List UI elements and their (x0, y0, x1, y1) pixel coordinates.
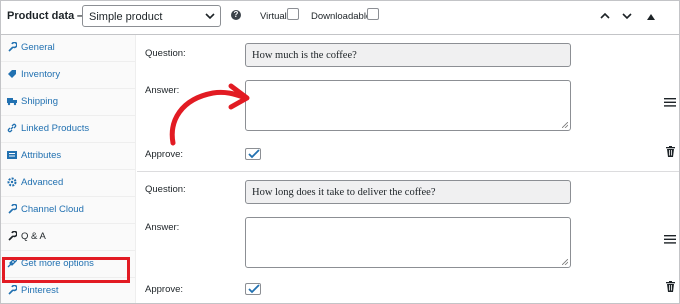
tab-shipping[interactable]: Shipping (1, 89, 136, 116)
question-field[interactable]: How long does it take to deliver the cof… (245, 180, 571, 204)
tab-label: Channel Cloud (21, 204, 84, 215)
product-type-select[interactable]: Simple product (82, 5, 221, 27)
tab-label: Linked Products (21, 123, 90, 134)
tab-label: Pinterest (21, 285, 59, 296)
list-icon (7, 151, 17, 159)
product-type-value: Simple product (89, 11, 163, 23)
wrench-icon (8, 231, 17, 241)
tab-inventory[interactable]: Inventory (1, 62, 136, 89)
answer-label: Answer: (145, 222, 180, 233)
tag-icon (8, 70, 16, 78)
question-value: How much is the coffee? (252, 50, 357, 61)
arrow-down-icon[interactable] (621, 10, 633, 22)
question-value: How long does it take to deliver the cof… (252, 187, 436, 198)
drag-handle-icon[interactable] (664, 235, 676, 244)
trash-icon[interactable] (666, 146, 675, 157)
tab-advanced[interactable]: Advanced (1, 170, 136, 197)
virtual-checkbox[interactable] (287, 8, 299, 20)
downloadable-checkbox[interactable] (367, 8, 379, 20)
tab-attributes[interactable]: Attributes (1, 143, 136, 170)
product-data-tabs: General Inventory Shipping Linked Produc… (1, 35, 136, 303)
virtual-label: Virtual: (260, 11, 290, 22)
arrow-up-icon[interactable] (599, 10, 611, 22)
approve-checkbox[interactable] (245, 283, 261, 295)
qa-item: Question: How long does it take to deliv… (137, 172, 679, 303)
wrench-icon (8, 204, 17, 214)
tab-channel-cloud[interactable]: Channel Cloud (1, 197, 136, 224)
checkmark-icon (248, 284, 260, 294)
tab-label: Attributes (21, 150, 62, 161)
question-label: Question: (145, 48, 186, 59)
qa-tab-highlight-box (2, 257, 130, 283)
annotation-arrow-icon (169, 83, 250, 146)
answer-textarea[interactable] (245, 80, 571, 131)
panel-title: Product data — (7, 10, 89, 22)
tab-label: General (21, 42, 55, 53)
trash-icon[interactable] (666, 281, 675, 292)
product-data-panel: Product data — Simple product ? Virtual:… (0, 0, 680, 304)
link-icon (7, 123, 17, 133)
tab-label: Advanced (21, 177, 64, 188)
resize-handle-icon[interactable] (562, 122, 568, 128)
help-icon[interactable]: ? (231, 10, 241, 20)
tab-label: Shipping (21, 96, 58, 107)
tab-general[interactable]: General (1, 35, 136, 62)
downloadable-label: Downloadable: (311, 11, 374, 22)
chevron-down-icon (205, 13, 215, 20)
tab-q-and-a[interactable]: Q & A (1, 224, 136, 251)
question-label: Question: (145, 184, 186, 195)
approve-label: Approve: (145, 284, 184, 295)
question-field[interactable]: How much is the coffee? (245, 43, 571, 67)
product-data-header: Product data — Simple product ? Virtual:… (1, 1, 679, 35)
resize-handle-icon[interactable] (562, 259, 568, 265)
tab-label: Inventory (21, 69, 61, 80)
tab-label: Q & A (21, 231, 46, 242)
tab-linked-products[interactable]: Linked Products (1, 116, 136, 143)
truck-icon (7, 98, 17, 106)
wrench-icon (8, 42, 17, 52)
collapse-triangle-icon[interactable] (645, 11, 657, 23)
answer-textarea[interactable] (245, 217, 571, 268)
drag-handle-icon[interactable] (664, 98, 676, 107)
gear-icon (7, 177, 17, 187)
wrench-icon (8, 285, 17, 295)
